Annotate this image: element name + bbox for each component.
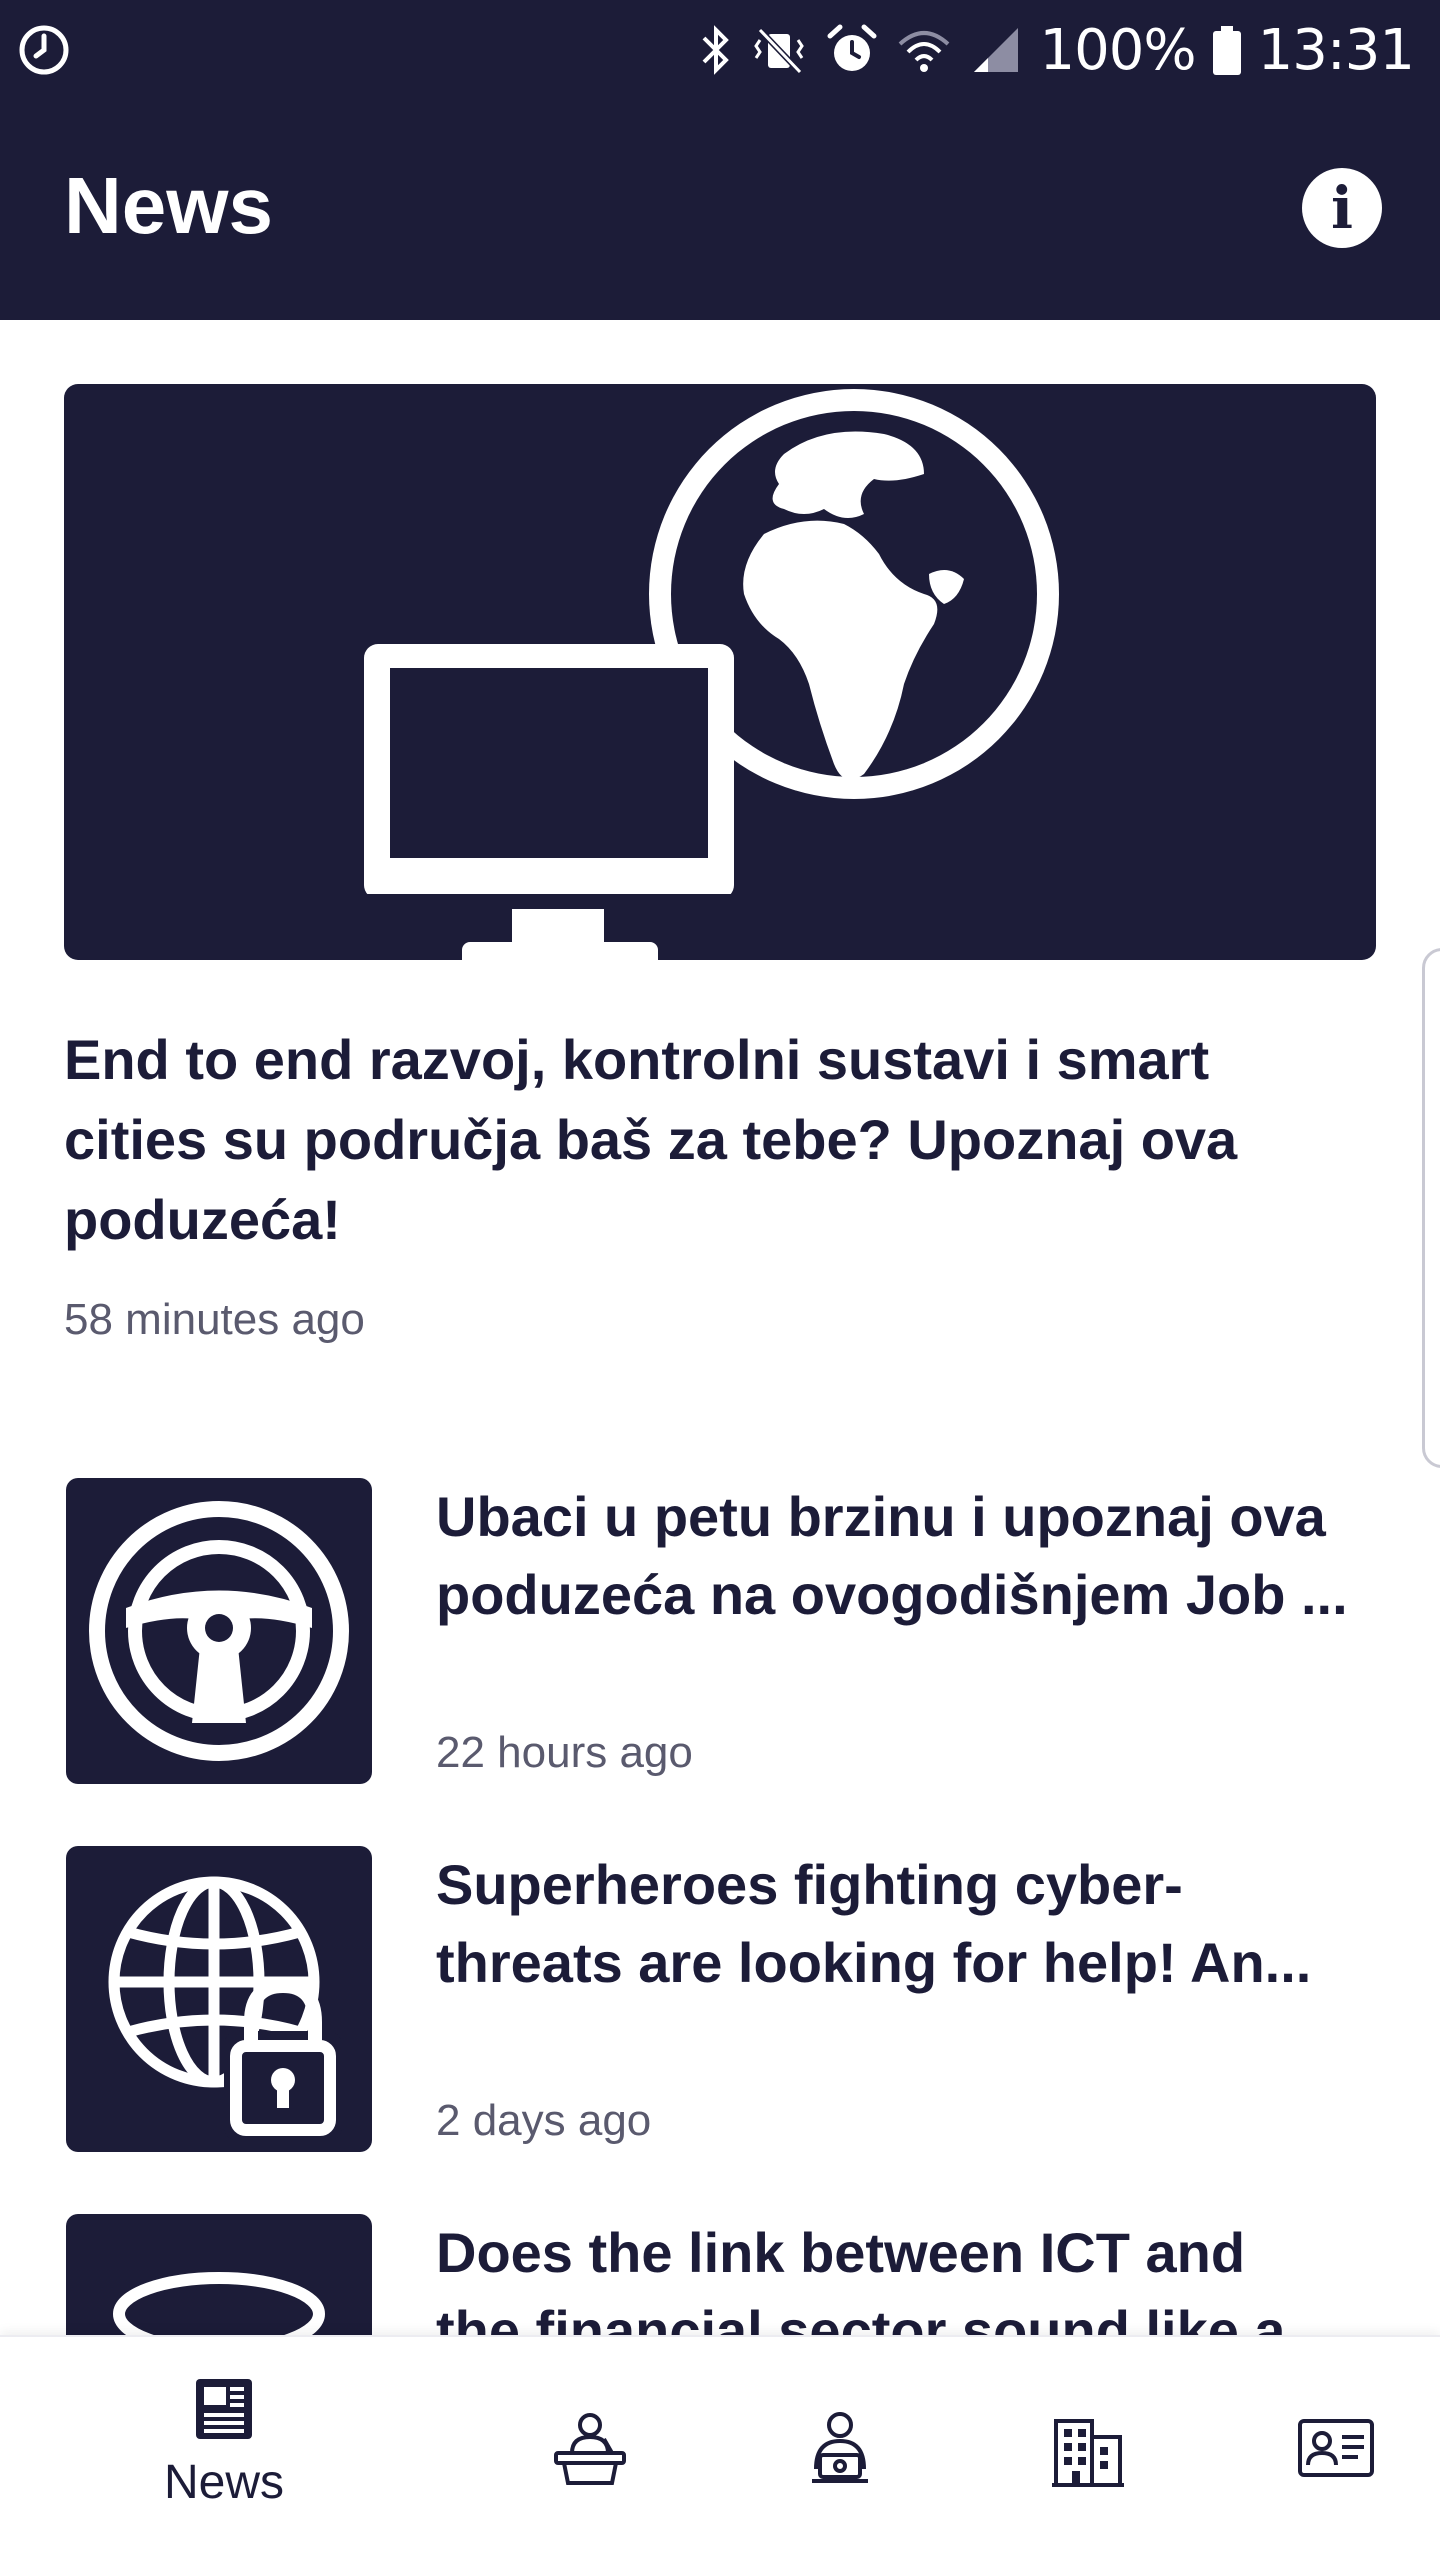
speaker-podium-icon	[554, 2413, 626, 2485]
news-title[interactable]: Superheroes fighting cyber- threats are …	[436, 1846, 1376, 2002]
scroll-handle[interactable]	[1422, 948, 1440, 1468]
news-thumbnail[interactable]	[66, 1846, 372, 2152]
nav-item-companies[interactable]	[1048, 2337, 1128, 2560]
battery-icon	[1212, 26, 1241, 75]
alarm-icon	[827, 24, 876, 71]
news-item[interactable]: Superheroes fighting cyber- threats are …	[0, 1846, 1440, 2156]
nav-item-workshops[interactable]	[800, 2337, 880, 2560]
wifi-icon	[898, 31, 949, 72]
status-bar: 100% 13:31	[0, 0, 1440, 100]
news-thumbnail[interactable]	[66, 1478, 372, 1784]
news-title[interactable]: Does the link between ICT and the financ…	[436, 2214, 1376, 2335]
news-title[interactable]: Ubaci u petu brzinu i upoznaj ova poduze…	[436, 1478, 1376, 1634]
steering-wheel-icon	[89, 1501, 349, 1761]
featured-timestamp: 58 minutes ago	[64, 1295, 365, 1344]
vibrate-icon	[753, 27, 804, 75]
news-timestamp: 2 days ago	[436, 2096, 652, 2145]
status-icons: 100% 13:31	[696, 0, 1440, 100]
featured-title[interactable]: End to end razvoj, kontrolni sustavi i s…	[64, 1020, 1324, 1260]
monitor-globe-icon	[364, 389, 1059, 960]
info-icon: i	[1330, 174, 1354, 242]
database-icon	[113, 2272, 325, 2335]
news-feed[interactable]: End to end razvoj, kontrolni sustavi i s…	[0, 320, 1440, 2335]
info-button[interactable]: i	[1302, 168, 1382, 248]
news-timestamp: 22 hours ago	[436, 1728, 693, 1777]
nav-item-talks[interactable]	[550, 2337, 630, 2560]
nav-item-contacts[interactable]	[1296, 2337, 1376, 2560]
battery-percentage: 100%	[1039, 17, 1197, 83]
featured-image[interactable]	[64, 384, 1376, 960]
person-laptop-icon	[812, 2412, 868, 2483]
nav-label-news: News	[163, 2456, 285, 2509]
page-title: News	[64, 161, 273, 250]
bluetooth-icon	[702, 25, 729, 75]
news-thumbnail[interactable]	[66, 2214, 372, 2335]
cell-signal-icon	[973, 28, 1018, 72]
globe-lock-icon	[108, 1876, 342, 2141]
status-time: 13:31	[1257, 17, 1415, 83]
news-item[interactable]: Does the link between ICT and the financ…	[0, 2214, 1440, 2335]
app-bar: News i	[0, 100, 1440, 320]
building-icon	[1052, 2419, 1124, 2487]
news-item[interactable]: Ubaci u petu brzinu i upoznaj ova poduze…	[0, 1478, 1440, 1788]
nav-item-news[interactable]: News	[144, 2337, 304, 2560]
bottom-navigation: News	[0, 2335, 1440, 2560]
clock-icon	[19, 25, 69, 75]
id-card-icon	[1298, 2419, 1374, 2477]
newspaper-icon	[196, 2379, 252, 2439]
